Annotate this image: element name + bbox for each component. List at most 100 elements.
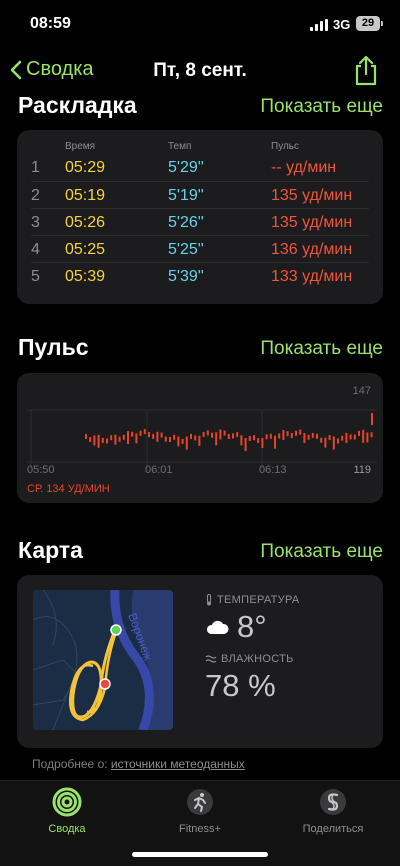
- heart-range-bar: [341, 435, 344, 441]
- split-number: 2: [31, 187, 40, 204]
- tab-summary[interactable]: Сводка: [17, 787, 117, 835]
- route-map[interactable]: Воронеж: [33, 590, 173, 730]
- split-hr: 135 уд/мин: [271, 187, 353, 204]
- heart-range-bar: [177, 436, 180, 447]
- tab-fitness-plus[interactable]: Fitness+: [150, 787, 250, 835]
- rings-icon: [52, 787, 82, 817]
- weather-source: Подробнее о: источники метеоданных: [32, 757, 245, 771]
- heart-range-bar: [332, 436, 335, 450]
- splits-show-more[interactable]: Показать еще: [260, 96, 383, 118]
- heart-x-label: 06:01: [145, 464, 173, 476]
- sharing-icon: [320, 789, 346, 815]
- heart-max-label: 147: [352, 385, 371, 397]
- heart-range-bar: [215, 432, 218, 446]
- heart-range-bar: [370, 432, 373, 438]
- split-hr: 135 уд/мин: [271, 214, 353, 231]
- splits-title: Раскладка: [18, 92, 137, 118]
- heart-range-bar: [198, 435, 201, 446]
- share-icon[interactable]: [352, 54, 380, 86]
- heart-series: [85, 413, 373, 451]
- weather-source-link[interactable]: источники метеоданных: [111, 757, 245, 771]
- heart-range-bar: [181, 438, 184, 444]
- status-time: 08:59: [30, 15, 71, 32]
- split-pace: 5'26'': [168, 214, 204, 231]
- weather-source-prefix: Подробнее о:: [32, 757, 111, 771]
- heart-x-label: 05:50: [27, 464, 55, 476]
- split-pace: 5'29'': [168, 159, 204, 176]
- heart-range-bar: [248, 436, 251, 441]
- heart-range-bar: [118, 436, 121, 442]
- split-hr: -- уд/мин: [271, 159, 337, 176]
- heart-range-bar: [257, 438, 260, 443]
- signal-icon: [310, 19, 328, 31]
- heart-max-bar: [371, 413, 373, 425]
- heart-range-bar: [253, 435, 255, 441]
- split-number: 3: [31, 214, 40, 231]
- heart-range-bar: [101, 437, 104, 443]
- temperature-label-text: ТЕМПЕРАТУРА: [217, 594, 300, 606]
- heart-range-bar: [269, 433, 272, 439]
- heart-range-bar: [366, 432, 369, 443]
- heart-range-bar: [219, 429, 222, 440]
- tab-fitness-plus-label: Fitness+: [179, 823, 221, 835]
- heart-range-bar: [328, 435, 331, 441]
- humidity-icon: [205, 655, 217, 663]
- heart-range-bar: [139, 430, 142, 436]
- heart-range-bar: [307, 434, 310, 440]
- heart-card[interactable]: 147 119 05:50 06:01 06:13 СР. 134 УД/МИН: [17, 373, 383, 503]
- cloud-icon: [206, 620, 229, 634]
- split-number: 1: [31, 159, 40, 176]
- split-row: 4 05:25 5'25'' 136 уд/мин: [31, 235, 369, 262]
- heart-range-bar: [135, 433, 138, 444]
- heart-min-label: 119: [353, 464, 371, 476]
- heart-title: Пульс: [18, 334, 89, 360]
- heart-range-bar: [97, 434, 100, 448]
- heart-range-bar: [173, 434, 176, 440]
- heart-range-bar: [290, 433, 293, 438]
- heart-range-bar: [362, 429, 365, 443]
- split-pace: 5'39'': [168, 268, 204, 285]
- split-pace: 5'25'': [168, 241, 204, 258]
- heart-range-bar: [131, 431, 134, 437]
- split-number: 4: [31, 241, 40, 258]
- temperature-value: 8°: [205, 609, 267, 645]
- heart-range-bar: [110, 435, 113, 441]
- heart-range-bar: [358, 430, 360, 436]
- splits-header-time: Время: [65, 141, 96, 152]
- route-map-image: Воронеж: [33, 590, 173, 730]
- map-card: Воронеж ТЕМПЕРАТУРА 8° ВЛАЖНОСТЬ 78 %: [17, 575, 383, 748]
- map-show-more[interactable]: Показать еще: [260, 541, 383, 563]
- heart-range-bar: [152, 433, 155, 439]
- heart-range-bar: [240, 435, 243, 446]
- humidity-label-text: ВЛАЖНОСТЬ: [221, 653, 294, 665]
- heart-range-bar: [127, 431, 129, 444]
- split-row: 1 05:29 5'29'' -- уд/мин: [31, 154, 369, 181]
- heart-range-bar: [148, 432, 150, 438]
- heart-range-bar: [286, 431, 289, 437]
- heart-range-bar: [274, 435, 276, 449]
- heart-range-bar: [303, 433, 306, 443]
- heart-range-bar: [295, 430, 297, 436]
- status-bar: 08:59 3G 29: [0, 0, 400, 48]
- split-row: 5 05:39 5'39'' 133 уд/мин: [31, 262, 369, 289]
- heart-range-bar: [85, 434, 87, 439]
- heart-range-bar: [211, 432, 213, 438]
- heart-range-bar: [320, 437, 323, 443]
- tab-sharing[interactable]: Поделиться: [283, 787, 383, 835]
- heart-range-bar: [261, 438, 264, 448]
- heart-range-bar: [206, 430, 209, 436]
- heart-range-bar: [282, 430, 285, 440]
- heart-range-bar: [106, 438, 108, 444]
- heart-average: СР. 134 УД/МИН: [27, 483, 110, 495]
- heart-range-bar: [278, 433, 281, 439]
- heart-range-bar: [349, 434, 352, 440]
- heart-range-bar: [89, 437, 92, 442]
- heart-range-bar: [190, 433, 192, 439]
- heart-range-bar: [353, 434, 356, 440]
- split-time: 05:29: [65, 159, 106, 176]
- heart-range-bar: [160, 432, 163, 438]
- splits-card: Время Темп Пульс 1 05:29 5'29'' -- уд/ми…: [17, 130, 383, 304]
- heart-show-more[interactable]: Показать еще: [260, 338, 383, 360]
- heart-range-bar: [299, 429, 302, 435]
- heart-range-bar: [156, 431, 159, 442]
